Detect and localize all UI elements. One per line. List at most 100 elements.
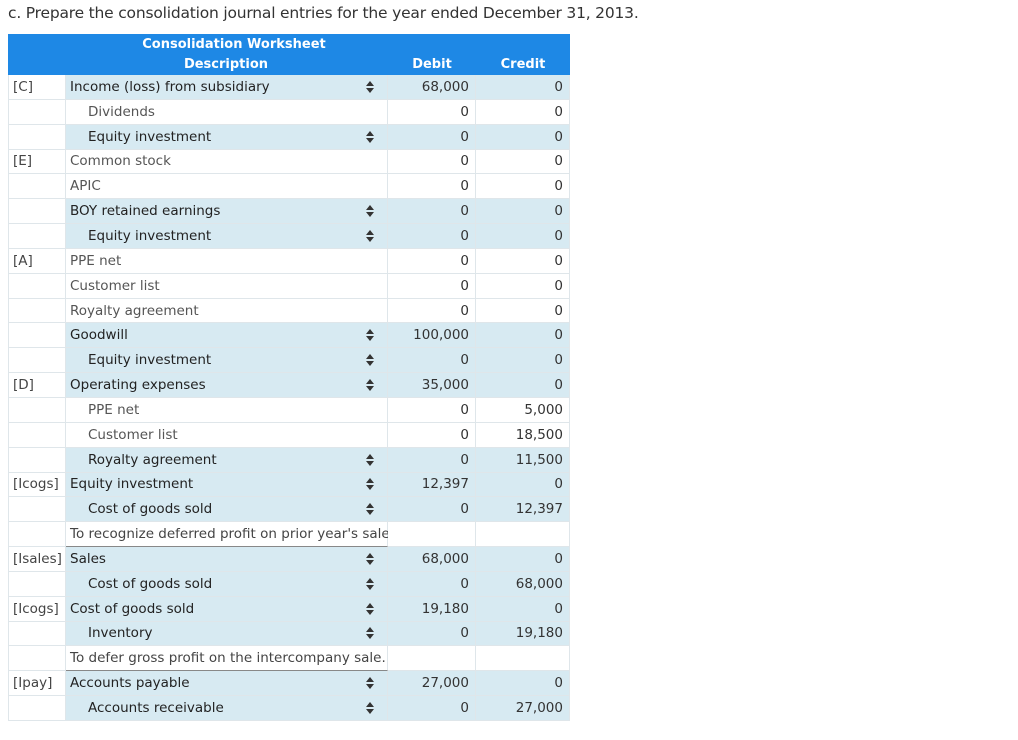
credit-cell[interactable]: 0 bbox=[476, 671, 570, 697]
credit-cell[interactable]: 0 bbox=[476, 323, 570, 349]
debit-cell[interactable]: 0 bbox=[388, 348, 476, 374]
debit-cell[interactable]: 27,000 bbox=[388, 671, 476, 697]
debit-cell[interactable]: 0 bbox=[388, 497, 476, 523]
debit-cell[interactable]: 68,000 bbox=[388, 547, 476, 572]
credit-cell[interactable]: 27,000 bbox=[476, 696, 570, 721]
account-name: Equity investment bbox=[70, 476, 194, 493]
debit-cell[interactable]: 0 bbox=[388, 124, 476, 150]
select-arrows-icon[interactable] bbox=[363, 552, 377, 565]
select-arrows-icon[interactable] bbox=[363, 602, 377, 615]
select-arrows-icon[interactable] bbox=[363, 702, 377, 715]
credit-cell[interactable]: 0 bbox=[476, 124, 570, 150]
account-select[interactable]: Inventory bbox=[66, 621, 388, 647]
entry-label bbox=[8, 174, 66, 200]
debit-cell[interactable]: 0 bbox=[388, 621, 476, 647]
credit-cell[interactable]: 0 bbox=[476, 348, 570, 374]
table-row: Customer list 0 0 bbox=[8, 273, 570, 299]
debit-cell[interactable]: 0 bbox=[388, 248, 476, 274]
credit-cell[interactable]: 0 bbox=[476, 273, 570, 299]
debit-cell[interactable]: 0 bbox=[388, 224, 476, 249]
credit-cell[interactable]: 0 bbox=[476, 199, 570, 225]
credit-cell[interactable]: 0 bbox=[476, 224, 570, 249]
debit-cell[interactable]: 19,180 bbox=[388, 596, 476, 622]
account-select[interactable]: Goodwill bbox=[66, 323, 388, 349]
debit-cell[interactable]: 0 bbox=[388, 422, 476, 448]
credit-cell[interactable]: 0 bbox=[476, 99, 570, 125]
debit-cell[interactable]: 0 bbox=[388, 273, 476, 299]
select-arrows-icon[interactable] bbox=[363, 130, 377, 143]
account-select[interactable]: Equity investment bbox=[66, 124, 388, 150]
select-arrows-icon[interactable] bbox=[363, 379, 377, 392]
credit-cell[interactable]: 19,180 bbox=[476, 621, 570, 647]
account-select[interactable]: Cost of goods sold bbox=[66, 596, 388, 622]
credit-cell[interactable]: 12,397 bbox=[476, 497, 570, 523]
table-row: BOY retained earnings 0 0 bbox=[8, 199, 570, 225]
debit-cell[interactable]: 0 bbox=[388, 174, 476, 200]
debit-cell[interactable]: 100,000 bbox=[388, 323, 476, 349]
credit-cell[interactable]: 0 bbox=[476, 298, 570, 324]
select-arrows-icon[interactable] bbox=[363, 453, 377, 466]
debit-cell[interactable]: 0 bbox=[388, 298, 476, 324]
debit-cell[interactable]: 0 bbox=[388, 696, 476, 721]
credit-cell[interactable]: 5,000 bbox=[476, 397, 570, 423]
table-row: To defer gross profit on the intercompan… bbox=[8, 646, 570, 672]
select-arrows-icon[interactable] bbox=[363, 229, 377, 242]
debit-cell[interactable]: 12,397 bbox=[388, 472, 476, 498]
account-name: Operating expenses bbox=[70, 377, 206, 394]
account-select[interactable]: Royalty agreement bbox=[66, 447, 388, 473]
credit-cell[interactable]: 0 bbox=[476, 174, 570, 200]
account-select[interactable]: Equity investment bbox=[66, 224, 388, 249]
account-select[interactable]: Equity investment bbox=[66, 472, 388, 498]
account-select[interactable]: Cost of goods sold bbox=[66, 571, 388, 597]
credit-cell[interactable]: 11,500 bbox=[476, 447, 570, 473]
credit-cell[interactable]: 0 bbox=[476, 248, 570, 274]
account-select[interactable]: Accounts receivable bbox=[66, 696, 388, 721]
credit-cell[interactable]: 68,000 bbox=[476, 571, 570, 597]
table-row: [C] Income (loss) from subsidiary 68,000 0 bbox=[8, 75, 570, 100]
entry-label: [Icogs] bbox=[8, 596, 66, 622]
debit-cell[interactable]: 0 bbox=[388, 571, 476, 597]
account-select[interactable]: BOY retained earnings bbox=[66, 199, 388, 225]
debit-cell[interactable]: 0 bbox=[388, 199, 476, 225]
account-name: Accounts payable bbox=[70, 675, 190, 692]
debit-cell[interactable]: 0 bbox=[388, 149, 476, 175]
credit-cell[interactable]: 0 bbox=[476, 75, 570, 100]
account-name: Customer list bbox=[88, 426, 178, 443]
debit-cell[interactable]: 0 bbox=[388, 99, 476, 125]
select-arrows-icon[interactable] bbox=[363, 627, 377, 640]
debit-cell[interactable]: 0 bbox=[388, 397, 476, 423]
credit-cell bbox=[476, 646, 570, 672]
worksheet-rows: [C] Income (loss) from subsidiary 68,000 0 D… bbox=[8, 75, 570, 721]
select-arrows-icon[interactable] bbox=[363, 205, 377, 218]
table-row: Equity investment 0 0 bbox=[8, 348, 570, 374]
account-name: BOY retained earnings bbox=[70, 203, 221, 220]
credit-cell[interactable]: 0 bbox=[476, 373, 570, 398]
debit-cell[interactable]: 35,000 bbox=[388, 373, 476, 398]
account-select[interactable]: Sales bbox=[66, 547, 388, 572]
select-arrows-icon[interactable] bbox=[363, 503, 377, 516]
credit-cell[interactable]: 0 bbox=[476, 149, 570, 175]
debit-cell[interactable]: 68,000 bbox=[388, 75, 476, 100]
credit-cell[interactable]: 18,500 bbox=[476, 422, 570, 448]
select-arrows-icon[interactable] bbox=[363, 354, 377, 367]
credit-cell[interactable]: 0 bbox=[476, 547, 570, 572]
entry-label: [Isales] bbox=[8, 547, 66, 572]
select-arrows-icon[interactable] bbox=[363, 329, 377, 342]
table-row: APIC 0 0 bbox=[8, 174, 570, 200]
select-arrows-icon[interactable] bbox=[363, 478, 377, 491]
account-select[interactable]: Cost of goods sold bbox=[66, 497, 388, 523]
credit-cell[interactable]: 0 bbox=[476, 472, 570, 498]
debit-cell[interactable]: 0 bbox=[388, 447, 476, 473]
account-select[interactable]: Operating expenses bbox=[66, 373, 388, 398]
account-select[interactable]: Accounts payable bbox=[66, 671, 388, 697]
table-row: [Ipay] Accounts payable 27,000 0 bbox=[8, 671, 570, 697]
credit-cell[interactable]: 0 bbox=[476, 596, 570, 622]
select-arrows-icon[interactable] bbox=[363, 80, 377, 93]
table-row: Accounts receivable 0 27,000 bbox=[8, 696, 570, 721]
select-arrows-icon[interactable] bbox=[363, 677, 377, 690]
account-select[interactable]: Equity investment bbox=[66, 348, 388, 374]
account-name: Cost of goods sold bbox=[88, 575, 213, 592]
select-arrows-icon[interactable] bbox=[363, 577, 377, 590]
account-select[interactable]: Income (loss) from subsidiary bbox=[66, 75, 388, 100]
entry-label: [A] bbox=[8, 248, 66, 274]
